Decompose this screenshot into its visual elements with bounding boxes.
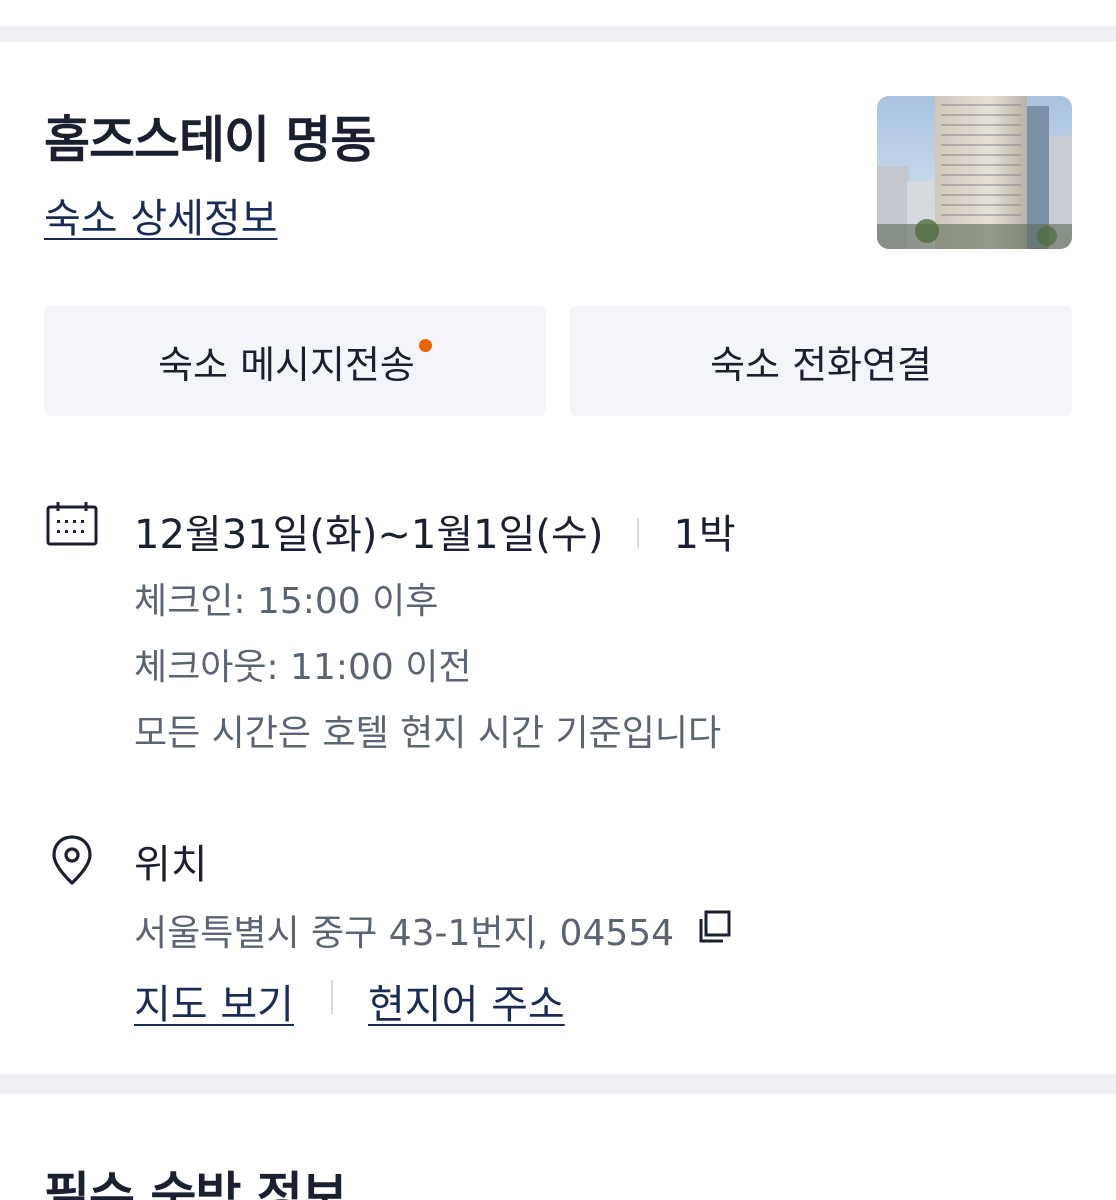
address-text: 서울특별시 중구 43-1번지, 04554 xyxy=(134,913,675,954)
copy-icon[interactable] xyxy=(696,909,732,954)
check-in-time: 체크인: 15:00 이후 xyxy=(134,581,439,622)
view-map-link[interactable]: 지도 보기 xyxy=(134,972,294,1030)
top-strip xyxy=(0,0,1116,26)
timezone-note: 모든 시간은 호텔 현지 시간 기준입니다 xyxy=(134,713,722,754)
call-button-label: 숙소 전화연결 xyxy=(710,342,932,387)
section-divider xyxy=(0,1074,1116,1094)
hotel-detail-link[interactable]: 숙소 상세정보 xyxy=(44,186,278,244)
hotel-name: 홈즈스테이 명동 xyxy=(44,111,376,169)
section-divider xyxy=(0,26,1116,42)
dates-separator xyxy=(637,518,640,548)
stay-nights: 1박 xyxy=(673,512,736,558)
call-property-button[interactable]: 숙소 전화연결 xyxy=(570,306,1072,416)
stay-dates: 12월31일(화)~1월1일(수) xyxy=(134,512,604,558)
location-pin-icon xyxy=(50,834,94,890)
calendar-icon xyxy=(46,502,98,550)
message-button-label: 숙소 메시지전송 xyxy=(158,342,415,387)
essential-info-title: 필수 숙박 정보 xyxy=(44,1167,348,1200)
local-address-link[interactable]: 현지어 주소 xyxy=(368,972,565,1030)
stay-dates-row: 12월31일(화)~1월1일(수) 1박 xyxy=(134,502,736,560)
address-row: 서울특별시 중구 43-1번지, 04554 xyxy=(134,904,732,958)
notification-dot xyxy=(418,338,432,352)
hotel-thumbnail[interactable] xyxy=(877,96,1072,249)
location-title: 위치 xyxy=(134,842,208,888)
hotel-building-image xyxy=(877,96,1072,249)
links-separator xyxy=(331,980,333,1014)
booking-detail-page: 홈즈스테이 명동 숙소 상세정보 숙소 메시지전송 숙소 전화연결 12월31일… xyxy=(0,0,1116,1200)
message-property-button[interactable]: 숙소 메시지전송 xyxy=(44,306,546,416)
check-out-time: 체크아웃: 11:00 이전 xyxy=(134,647,472,688)
